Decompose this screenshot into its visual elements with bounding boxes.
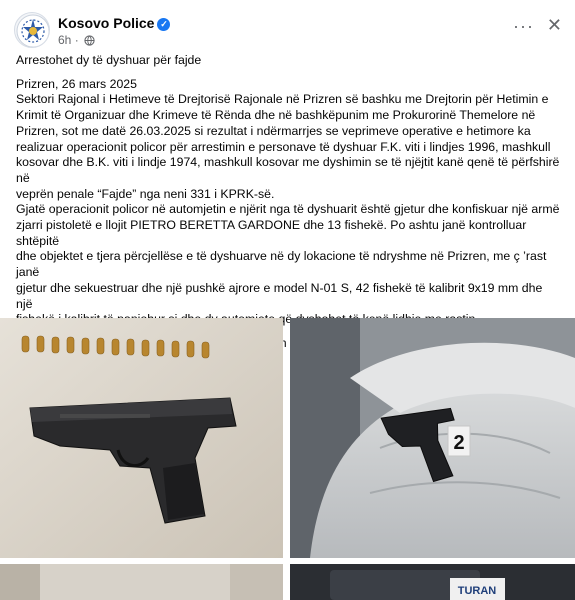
paragraph-line: zjarri pistoletë e llojit PIETRO BERETTA…	[16, 218, 527, 248]
pistol-photo-image	[0, 318, 283, 558]
paragraph-line: dhe objektet e tjera përcjellëse e të dy…	[16, 249, 547, 280]
kosovo-police-logo-icon	[16, 14, 49, 47]
globe-icon	[84, 35, 95, 46]
photo-bottom-left[interactable]	[0, 564, 283, 600]
paragraph-line: veprën penale “Fajde” nga neni 331 i KPR…	[16, 186, 275, 201]
author-name-link[interactable]: Kosovo Police ✓	[58, 15, 171, 31]
more-options-icon[interactable]: ···	[513, 16, 534, 37]
paragraph-line: Gjatë operacionit policor në automjetin …	[16, 202, 560, 217]
paragraph-line: Sektori Rajonal i Hetimeve të Drejtorisë…	[16, 92, 549, 107]
author-name[interactable]: Kosovo Police	[58, 15, 154, 31]
paragraph-line: kosovar dhe B.K. viti i lindje 1974, mas…	[16, 155, 560, 185]
photo-bottom-right[interactable]: TURAN	[290, 564, 575, 600]
bottom-right-photo-image: TURAN	[290, 564, 575, 600]
post-header: Kosovo Police ✓ 6h · ··· ✕	[14, 12, 562, 52]
post-meta: 6h ·	[58, 33, 95, 47]
page-avatar[interactable]	[14, 12, 50, 48]
verified-badge-icon: ✓	[157, 18, 171, 31]
photo-pistol-on-car-seat[interactable]: 2	[290, 318, 575, 558]
box-brand-text: TURAN	[458, 585, 497, 597]
paragraph-line: Krimit të Organizuar dhe Krimeve të Rënd…	[16, 108, 536, 123]
paragraph-line: gjetur dhe sekuestruar dhe një pushkë aj…	[16, 280, 543, 311]
car-seat-photo-image: 2	[290, 318, 575, 558]
paragraph-line: Prizren, sot me datë 26.03.2025 si rezul…	[16, 123, 531, 138]
evidence-marker-label: 2	[453, 432, 464, 454]
photo-pistol-and-cartridges[interactable]	[0, 318, 283, 558]
bottom-left-photo-image	[0, 564, 283, 600]
post-time[interactable]: 6h	[58, 33, 71, 47]
post-title: Arrestohet dy të dyshuar për fajde	[16, 53, 202, 67]
paragraph-line: realizuar operacionit policor për arrest…	[16, 139, 551, 154]
post-dateline: Prizren, 26 mars 2025	[16, 76, 137, 91]
close-icon[interactable]: ✕	[547, 15, 562, 36]
